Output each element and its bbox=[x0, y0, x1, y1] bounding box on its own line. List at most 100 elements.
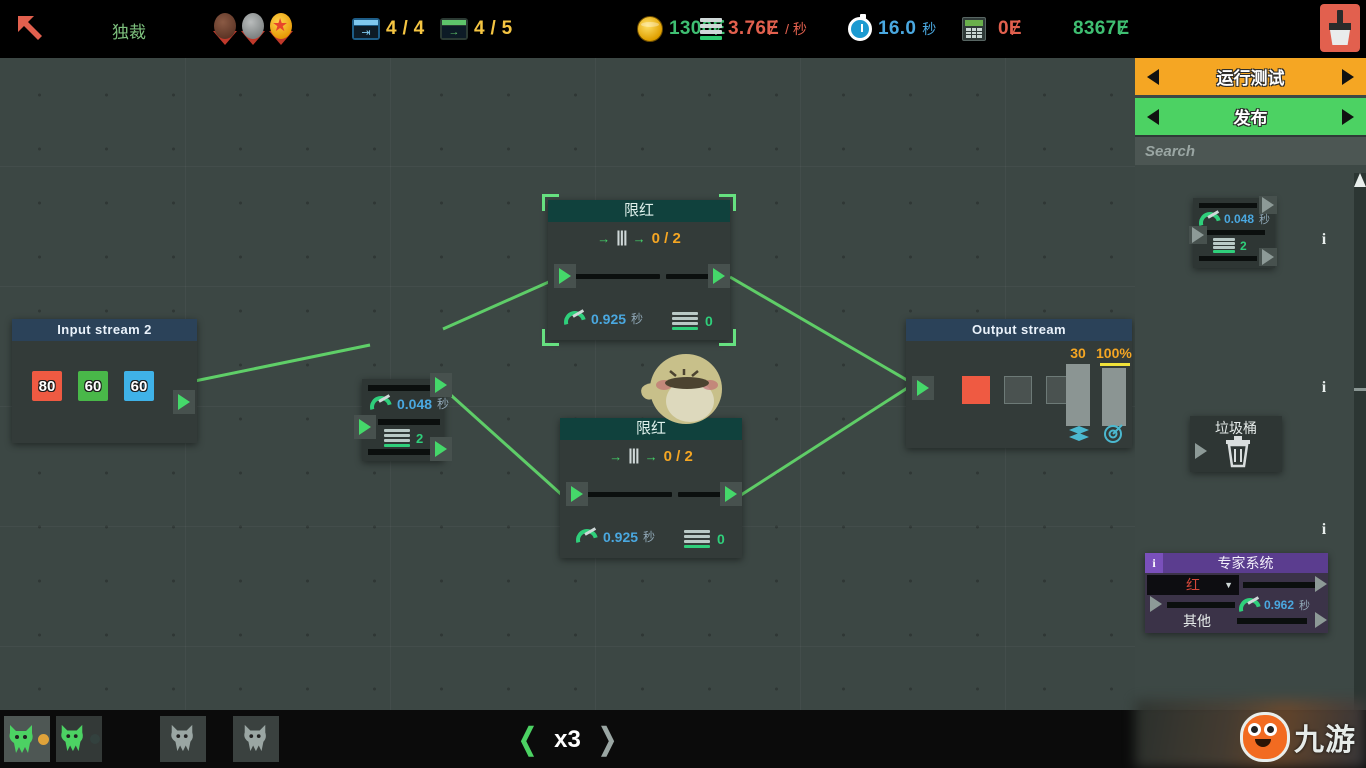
output-count-bar bbox=[1066, 364, 1090, 426]
time-unit: 秒 bbox=[922, 21, 937, 37]
chevron-right-icon bbox=[1342, 108, 1354, 125]
palette-delay-input-port[interactable] bbox=[1189, 226, 1207, 244]
limiter-node-2[interactable]: 限红 → ||| → 0 / 2 0.925 秒 0 bbox=[560, 418, 742, 558]
publish-button[interactable]: 发布 bbox=[1135, 98, 1366, 135]
calc-value: 0Ɇ bbox=[998, 18, 1022, 39]
process-value: 4 / 5 bbox=[474, 18, 513, 39]
output-percent-bar bbox=[1102, 368, 1126, 426]
time-value: 16.0 bbox=[878, 18, 917, 39]
trash-icon bbox=[1223, 436, 1253, 473]
palette-delay-node[interactable]: 0.048 秒 2 bbox=[1189, 196, 1277, 268]
medal-group: ★ bbox=[212, 0, 294, 58]
process-chip-icon: → bbox=[440, 18, 468, 40]
palette-expert-system-node[interactable]: i 专家系统 红 ▼ 0.962 秒 其他 bbox=[1145, 553, 1328, 633]
palette-sidebar: 运行测试 发布 Search i i i 0.048 秒 2 垃圾桶 i 专家系… bbox=[1135, 58, 1366, 710]
palette-expert-other-label: 其他 bbox=[1183, 613, 1211, 629]
limiter-node-1[interactable]: 限红 → ||| → 0 / 2 0.925 秒 0 bbox=[542, 194, 736, 346]
gauge-icon bbox=[571, 524, 603, 555]
transfer-counter: ⇥ 4 / 4 bbox=[352, 0, 424, 58]
info-icon[interactable]: i bbox=[1321, 378, 1327, 398]
cat-icon bbox=[58, 723, 88, 755]
gauge-icon bbox=[1194, 207, 1226, 239]
back-arrow-icon[interactable] bbox=[14, 12, 48, 46]
palette-expert-input-port[interactable] bbox=[1147, 595, 1165, 613]
limiter-node-2-input-port[interactable] bbox=[566, 482, 588, 506]
output-count-label: 30 bbox=[1070, 345, 1086, 361]
transfer-chip-icon: ⇥ bbox=[352, 18, 380, 40]
calc-readout: 0Ɇ bbox=[962, 0, 1022, 58]
slot-status-dot bbox=[90, 734, 100, 744]
chevron-right-icon bbox=[1342, 68, 1354, 85]
rate-readout: 3.76Ɇ / 秒 bbox=[700, 0, 807, 58]
rate-value: 3.76Ɇ bbox=[728, 18, 780, 39]
palette-trash-node[interactable]: 垃圾桶 bbox=[1190, 416, 1282, 472]
chevron-left-icon bbox=[1147, 108, 1159, 125]
palette-expert-output-port-1[interactable] bbox=[1312, 575, 1330, 593]
chevron-left-icon[interactable]: ❬ bbox=[515, 725, 540, 755]
limiter-node-1-input-port[interactable] bbox=[554, 264, 576, 288]
output-stream-node[interactable]: Output stream 30 100% bbox=[906, 319, 1132, 448]
cat-icon bbox=[241, 723, 271, 755]
save-slot-2[interactable] bbox=[56, 716, 102, 762]
output-slot[interactable] bbox=[962, 376, 990, 404]
limiter-node-1-throughput: → ||| → 0 / 2 bbox=[597, 229, 681, 247]
input-stream-output-port[interactable] bbox=[173, 390, 195, 414]
node-canvas[interactable]: Input stream 2 80 60 60 0.048 秒 2 限红 → |… bbox=[0, 58, 1135, 710]
target-icon[interactable] bbox=[1102, 423, 1124, 450]
list-icon bbox=[384, 429, 410, 447]
layers-icon[interactable] bbox=[1068, 425, 1090, 448]
silver-medal-icon bbox=[240, 13, 266, 45]
palette-trash-input-port[interactable] bbox=[1192, 442, 1210, 460]
sidebar-scrollbar-thumb[interactable] bbox=[1354, 388, 1366, 391]
limiter-node-1-output-port[interactable] bbox=[708, 264, 730, 288]
delay-node[interactable]: 0.048 秒 2 bbox=[354, 373, 452, 461]
delay-node-input-port[interactable] bbox=[354, 415, 376, 439]
input-tile[interactable]: 60 bbox=[124, 371, 154, 401]
palette-delay-output-bottom-port[interactable] bbox=[1259, 248, 1277, 266]
timer-icon bbox=[848, 14, 872, 41]
limiter-node-2-output-port[interactable] bbox=[720, 482, 742, 506]
cat-icon bbox=[168, 723, 198, 755]
total-readout: 8367Ɇ bbox=[1073, 0, 1129, 58]
delay-node-speed: 0.048 秒 bbox=[365, 391, 449, 422]
watermark-mascot-icon bbox=[1240, 712, 1290, 762]
transfer-value: 4 / 4 bbox=[386, 18, 425, 39]
input-stream-node[interactable]: Input stream 2 80 60 60 bbox=[12, 319, 197, 443]
output-stream-input-port[interactable] bbox=[912, 376, 934, 400]
list-icon bbox=[1213, 238, 1235, 253]
palette-delay-count: 2 bbox=[1213, 238, 1247, 253]
run-test-label: 运行测试 bbox=[1216, 69, 1285, 88]
limiter-node-2-queue: 0 bbox=[684, 530, 725, 548]
output-slot[interactable] bbox=[1004, 376, 1032, 404]
chevron-right-icon[interactable]: ❭ bbox=[595, 725, 620, 755]
run-test-button[interactable]: 运行测试 bbox=[1135, 58, 1366, 95]
palette-expert-output-port-2[interactable] bbox=[1312, 611, 1330, 629]
save-slot-1[interactable] bbox=[4, 716, 50, 762]
palette-expert-dropdown[interactable]: 红 ▼ bbox=[1147, 575, 1239, 595]
palette-expert-speed: 0.962 秒 bbox=[1234, 593, 1310, 625]
total-value: 8367Ɇ bbox=[1073, 18, 1130, 39]
save-slot-4[interactable] bbox=[233, 716, 279, 762]
selection-corner bbox=[719, 194, 736, 211]
delay-node-output-top-port[interactable] bbox=[430, 373, 452, 397]
time-readout: 16.0 秒 bbox=[848, 0, 936, 58]
sidebar-scrollbar-track[interactable] bbox=[1354, 173, 1366, 710]
list-icon bbox=[672, 312, 698, 330]
chevron-left-icon bbox=[1147, 68, 1159, 85]
info-icon[interactable]: i bbox=[1145, 553, 1163, 573]
info-icon[interactable]: i bbox=[1321, 520, 1327, 540]
speed-value: x3 bbox=[554, 726, 581, 753]
brush-icon[interactable] bbox=[1320, 4, 1360, 52]
publish-label: 发布 bbox=[1233, 109, 1268, 128]
save-slot-3[interactable] bbox=[160, 716, 206, 762]
calculator-icon bbox=[962, 17, 986, 41]
delay-node-output-bottom-port[interactable] bbox=[430, 437, 452, 461]
search-input[interactable]: Search bbox=[1135, 135, 1366, 165]
input-stream-title: Input stream 2 bbox=[12, 319, 197, 341]
input-tile[interactable]: 60 bbox=[78, 371, 108, 401]
info-icon[interactable]: i bbox=[1321, 230, 1327, 250]
slot-status-dot bbox=[37, 733, 49, 745]
process-counter: → 4 / 5 bbox=[440, 0, 512, 58]
input-tile[interactable]: 80 bbox=[32, 371, 62, 401]
gauge-icon bbox=[365, 391, 397, 422]
